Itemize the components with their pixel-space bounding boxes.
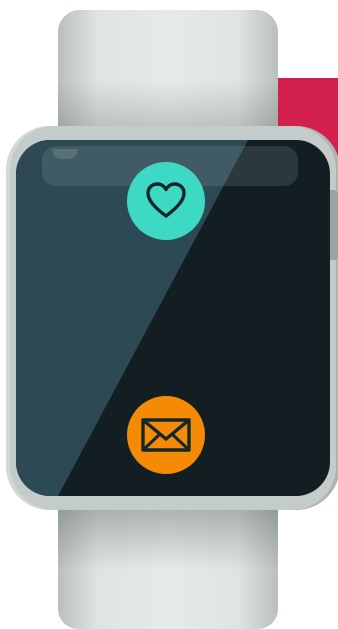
watch-band-bottom-shadow (58, 510, 278, 570)
watch-crown[interactable] (330, 190, 338, 260)
watch-screen (16, 140, 330, 496)
status-notch (52, 149, 78, 159)
mail-app-button[interactable] (127, 396, 205, 474)
smartwatch-illustration (0, 0, 338, 629)
heart-icon (146, 182, 186, 218)
health-app-button[interactable] (127, 162, 205, 240)
mail-icon (141, 418, 191, 452)
